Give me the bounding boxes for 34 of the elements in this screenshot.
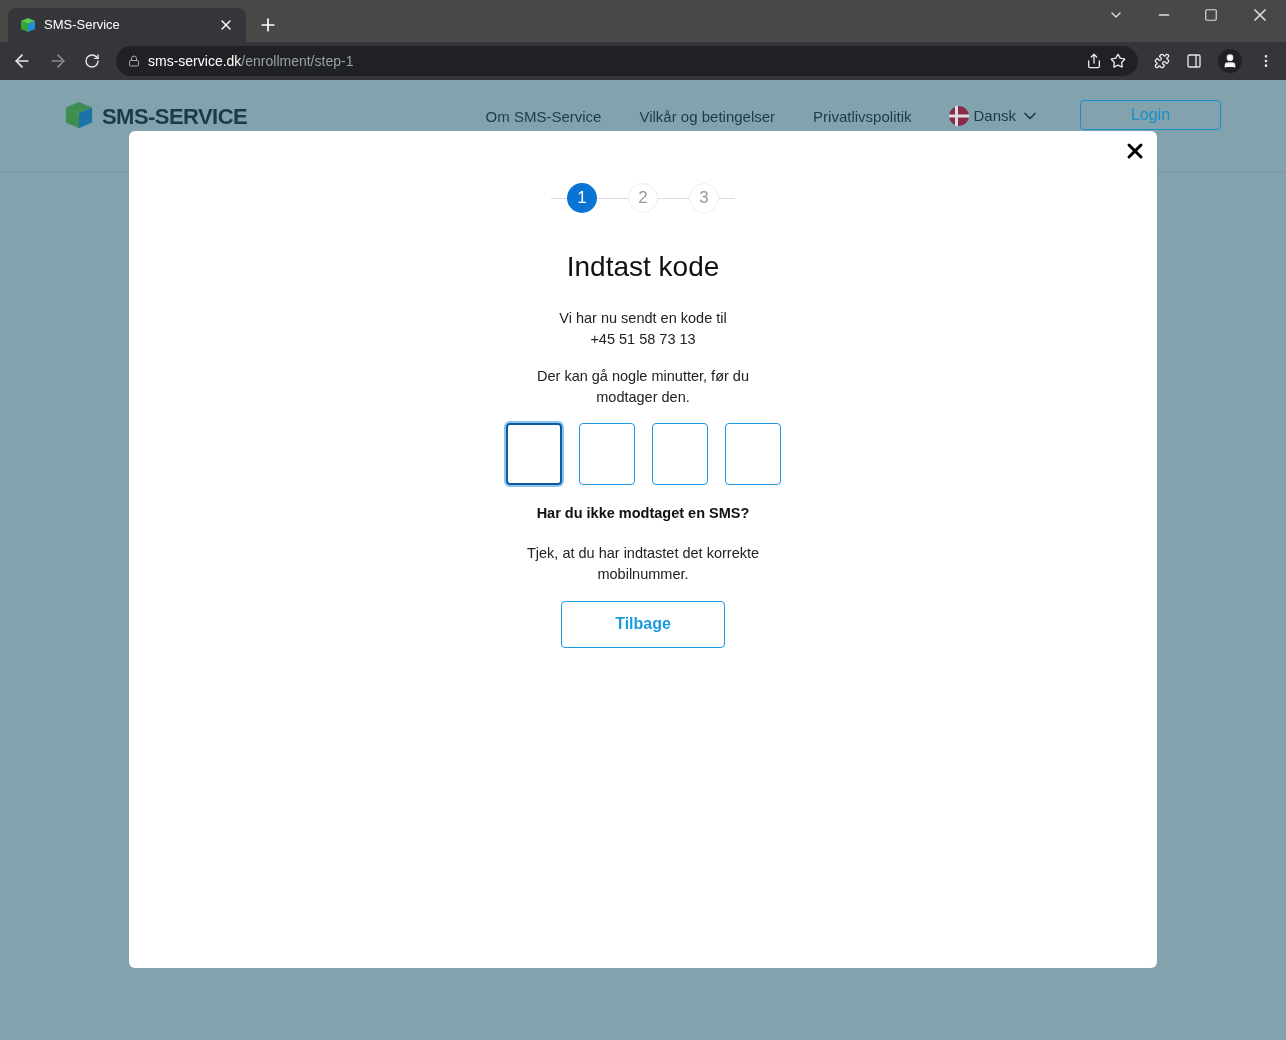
sent-message: Vi har nu sendt en kode til: [559, 309, 727, 328]
star-icon[interactable]: [1110, 53, 1126, 69]
step-indicator: 2: [628, 183, 658, 213]
address-bar[interactable]: sms-service.dk/enrollment/step-1: [116, 46, 1138, 76]
code-digit-field[interactable]: [724, 423, 781, 485]
maximize-icon[interactable]: [1204, 8, 1218, 22]
flag-icon: [949, 106, 970, 126]
reload-icon[interactable]: [84, 53, 100, 69]
help-title: Har du ikke modtaget en SMS?: [536, 504, 750, 523]
cube-logo-icon: [64, 100, 94, 130]
code-digit-field[interactable]: [651, 423, 708, 485]
dialog-title: Indtast kode: [566, 250, 720, 284]
nav-link[interactable]: Vilkår og betingelser: [639, 108, 776, 126]
phone-number: +45 51 58 73 13: [590, 330, 696, 349]
step-indicator: 1: [567, 183, 597, 213]
cube-logo-icon: [20, 17, 36, 33]
nav-link[interactable]: Om SMS-Service: [485, 108, 602, 126]
help-text: Tjek, at du har indtastet det korrekte mobilnummer.: [525, 543, 761, 584]
language-selector[interactable]: Dansk: [949, 106, 1040, 126]
nav-link[interactable]: Privatlivspolitik: [813, 108, 912, 126]
back-button[interactable]: Tilbage: [561, 600, 725, 648]
browser-tab[interactable]: SMS-Service: [8, 8, 246, 42]
extensions-icon[interactable]: [1154, 53, 1170, 69]
tab-title: SMS-Service: [44, 16, 121, 35]
lock-icon: [128, 55, 140, 67]
profile-icon[interactable]: [1218, 49, 1242, 73]
side-panel-icon[interactable]: [1186, 53, 1202, 69]
logo-text: SMS-SERVICE: [102, 104, 248, 130]
wait-note: Der kan gå nogle minutter, før du modtager den.: [536, 367, 750, 407]
step-indicator: 3: [689, 183, 719, 213]
code-digit-field[interactable]: [578, 423, 635, 485]
url-text: sms-service.dk/enrollment/step-1: [148, 51, 355, 71]
share-icon[interactable]: [1086, 53, 1102, 69]
code-digit-field[interactable]: [505, 423, 562, 485]
